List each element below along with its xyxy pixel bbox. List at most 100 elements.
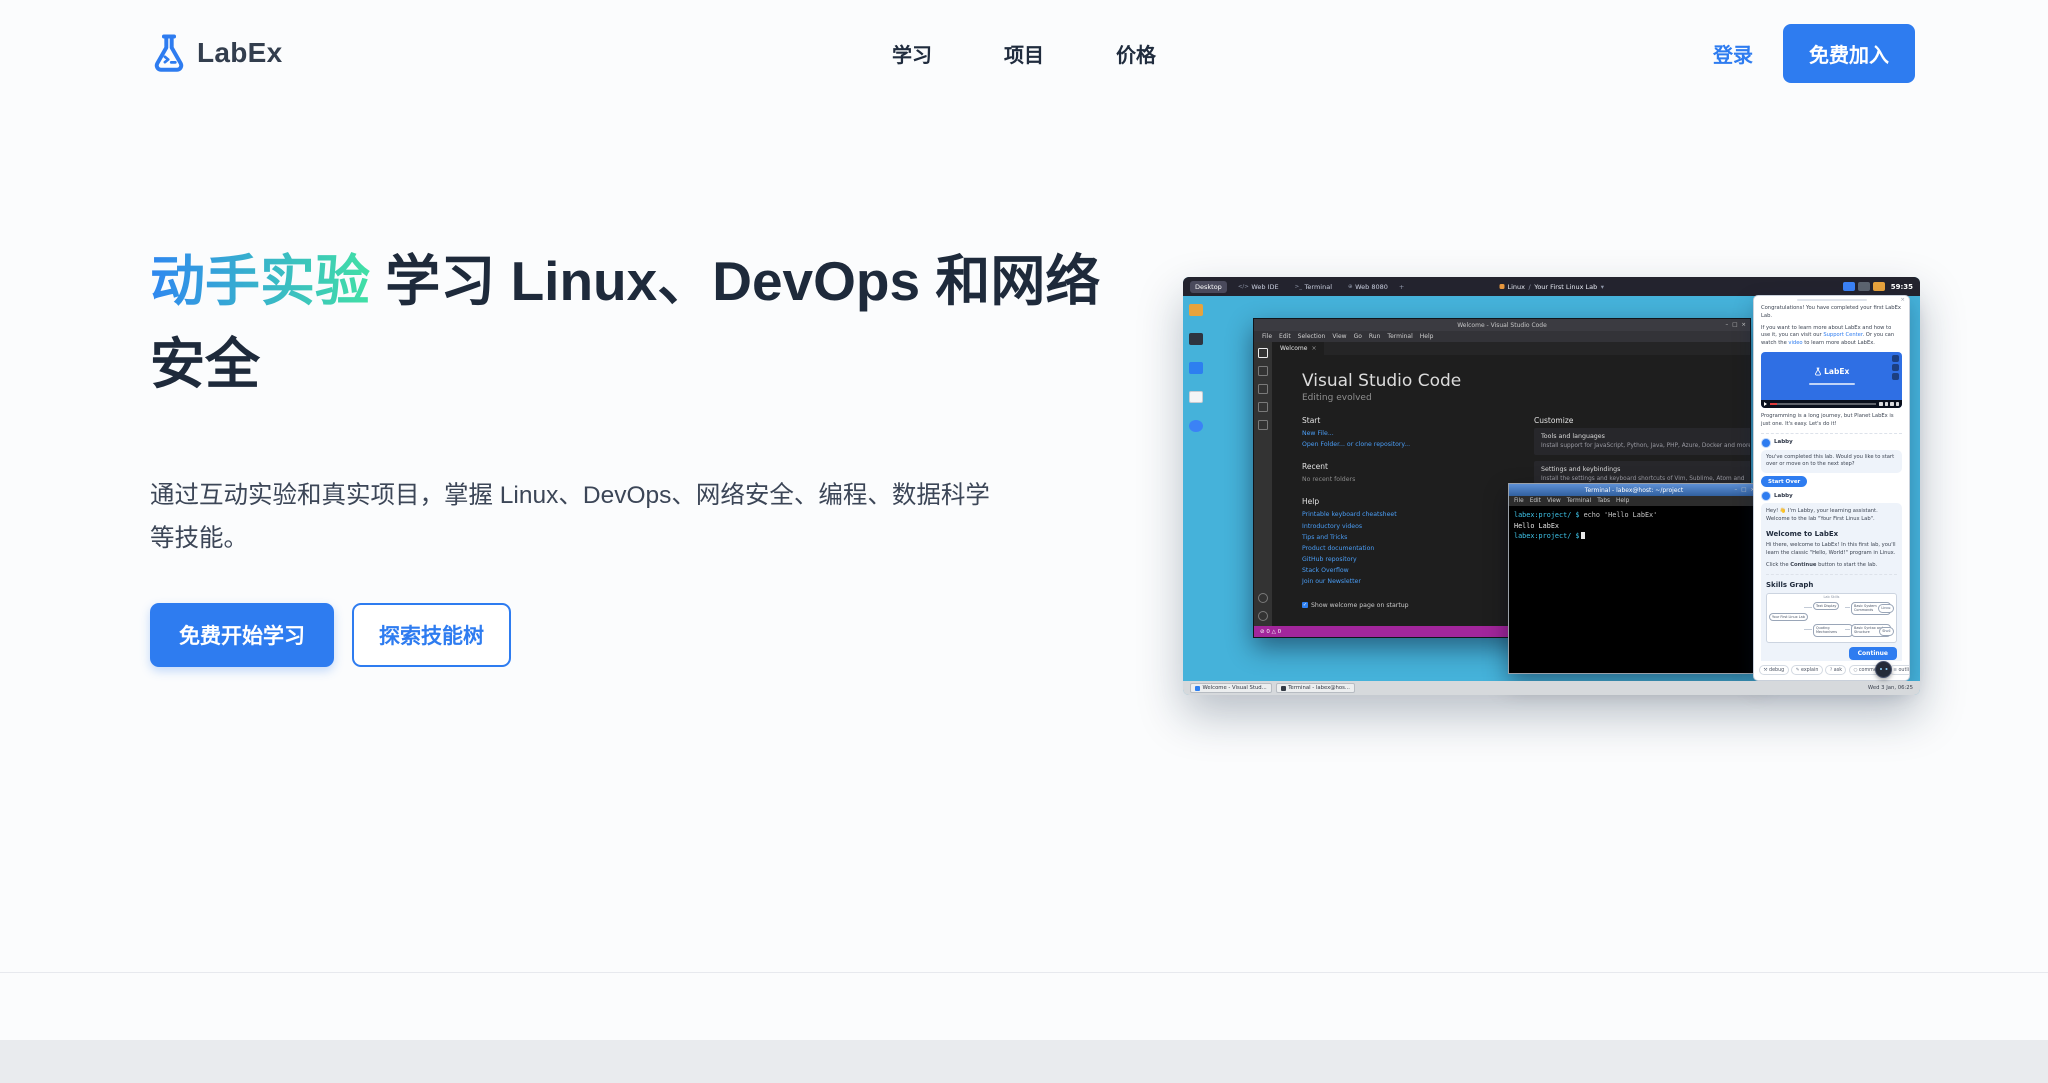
next-section-strip xyxy=(0,1040,2048,1083)
explain-chip[interactable]: ✎explain xyxy=(1791,665,1823,675)
video-link[interactable]: video xyxy=(1788,340,1802,346)
close-icon[interactable]: × xyxy=(1900,297,1905,303)
code-app-icon[interactable] xyxy=(1189,362,1203,374)
terminal-app-icon[interactable] xyxy=(1189,333,1203,345)
maximize-icon[interactable]: □ xyxy=(1741,487,1746,493)
help-link-videos[interactable]: Introductory videos xyxy=(1302,521,1500,532)
menu-selection[interactable]: Selection xyxy=(1298,333,1326,340)
graph-badge-shell: Shell xyxy=(1879,627,1894,636)
menu-terminal[interactable]: Terminal xyxy=(1387,333,1412,340)
explorer-icon[interactable] xyxy=(1258,348,1268,358)
hero-subtitle-line1: 通过互动实验和真实项目，掌握 Linux、DevOps、网络安全、编程、数据科学 xyxy=(150,482,990,509)
maximize-icon[interactable]: □ xyxy=(1732,322,1737,328)
help-link-docs[interactable]: Product documentation xyxy=(1302,543,1500,554)
minimize-icon[interactable]: – xyxy=(1725,322,1728,328)
panel-content[interactable]: Congratulations! You have completed your… xyxy=(1754,304,1909,661)
menu-help[interactable]: Help xyxy=(1616,498,1629,504)
status-icon-blue[interactable] xyxy=(1843,282,1855,291)
settings-icon[interactable] xyxy=(1885,402,1889,406)
video-url-text xyxy=(1809,383,1855,385)
menu-edit[interactable]: Edit xyxy=(1279,333,1291,340)
start-over-button[interactable]: Start Over xyxy=(1761,476,1807,487)
intro-video-player[interactable]: LabEx xyxy=(1761,352,1902,408)
nav-item-pricing[interactable]: 价格 xyxy=(1116,39,1156,68)
watch-later-icon[interactable] xyxy=(1892,364,1899,371)
assistant-message: You've completed this lab. Would you lik… xyxy=(1761,450,1902,474)
customize-card-tools[interactable]: Tools and languages Install support for … xyxy=(1534,428,1750,455)
nav-item-projects[interactable]: 项目 xyxy=(1004,39,1044,68)
ask-chip[interactable]: ?ask xyxy=(1825,665,1846,675)
menu-run[interactable]: Run xyxy=(1369,333,1381,340)
taskbar-window-vscode[interactable]: Welcome - Visual Stud... xyxy=(1190,683,1272,693)
minimize-icon[interactable]: – xyxy=(1734,487,1737,493)
menu-go[interactable]: Go xyxy=(1354,333,1362,340)
labex-logo[interactable]: LabEx xyxy=(150,32,283,74)
skills-graph-heading: Skills Graph xyxy=(1766,580,1897,591)
video-progress-bar[interactable] xyxy=(1770,403,1876,404)
lab-breadcrumb[interactable]: Linux / Your First Linux Lab ▾ xyxy=(1499,283,1604,291)
account-icon[interactable] xyxy=(1258,593,1268,603)
support-center-link[interactable]: Support Center xyxy=(1823,332,1862,338)
status-icon-gray[interactable] xyxy=(1858,282,1870,291)
nav-item-learn[interactable]: 学习 xyxy=(892,39,932,68)
help-link-tips[interactable]: Tips and Tricks xyxy=(1302,532,1500,543)
continue-button[interactable]: Continue xyxy=(1849,647,1897,660)
menu-view[interactable]: View xyxy=(1332,333,1346,340)
skills-graph[interactable]: Lab Skills Your First Linux Lab Text Dis… xyxy=(1766,593,1897,643)
help-link-github[interactable]: GitHub repository xyxy=(1302,554,1500,565)
vm-tab-desktop[interactable]: Desktop xyxy=(1190,281,1227,293)
miniplayer-icon[interactable] xyxy=(1890,402,1894,406)
vm-tab-web8080[interactable]: ⊕ Web 8080 xyxy=(1343,281,1393,293)
help-link-newsletter[interactable]: Join our Newsletter xyxy=(1302,576,1500,587)
source-control-icon[interactable] xyxy=(1258,384,1268,394)
extensions-icon[interactable] xyxy=(1258,420,1268,430)
play-icon[interactable] xyxy=(1764,402,1767,406)
status-problems-indicator[interactable]: ⊘ 0 △ 0 xyxy=(1260,629,1281,635)
help-link-cheatsheet[interactable]: Printable keyboard cheatsheet xyxy=(1302,509,1500,520)
share-icon[interactable] xyxy=(1892,373,1899,380)
tab-close-icon[interactable]: × xyxy=(1311,345,1316,352)
login-link[interactable]: 登录 xyxy=(1713,39,1753,68)
tab-welcome[interactable]: Welcome × xyxy=(1272,342,1324,355)
settings-gear-icon[interactable] xyxy=(1258,611,1268,621)
drag-handle[interactable] xyxy=(1797,299,1867,301)
volume-icon[interactable] xyxy=(1879,402,1883,406)
search-icon[interactable] xyxy=(1258,366,1268,376)
taskbar-window-terminal[interactable]: Terminal - labex@hos... xyxy=(1276,683,1355,693)
labby-robot-icon[interactable] xyxy=(1875,661,1892,678)
menu-edit[interactable]: Edit xyxy=(1530,498,1541,504)
vm-tab-terminal[interactable]: >_ Terminal xyxy=(1290,281,1337,293)
text-editor-icon[interactable] xyxy=(1189,391,1203,403)
close-icon[interactable]: × xyxy=(1741,322,1746,328)
start-learning-button[interactable]: 免费开始学习 xyxy=(150,603,334,667)
join-free-button[interactable]: 免费加入 xyxy=(1783,24,1915,83)
terminal-titlebar[interactable]: Terminal - labex@host: ~/project – □ × xyxy=(1509,484,1759,496)
explore-skilltree-button[interactable]: 探索技能树 xyxy=(352,603,511,667)
status-icon-orange[interactable] xyxy=(1873,282,1885,291)
terminal-output[interactable]: labex:project/ $ echo 'Hello LabEx' Hell… xyxy=(1509,506,1759,673)
menu-file[interactable]: File xyxy=(1262,333,1272,340)
terminal-icon xyxy=(1281,686,1286,691)
new-file-link[interactable]: New File... xyxy=(1302,428,1500,439)
comment-icon: ○ xyxy=(1853,668,1857,673)
menu-terminal[interactable]: Terminal xyxy=(1567,498,1592,504)
menu-file[interactable]: File xyxy=(1514,498,1524,504)
fullscreen-icon[interactable] xyxy=(1896,402,1900,406)
folder-icon[interactable] xyxy=(1189,304,1203,316)
env-icon xyxy=(1499,284,1504,289)
menu-tabs[interactable]: Tabs xyxy=(1597,498,1610,504)
vm-tab-webide[interactable]: </> Web IDE xyxy=(1233,281,1284,293)
checkbox-icon[interactable]: ✓ xyxy=(1302,602,1308,608)
like-icon[interactable] xyxy=(1892,355,1899,362)
chip-label: debug xyxy=(1769,668,1784,673)
run-debug-icon[interactable] xyxy=(1258,402,1268,412)
menu-view[interactable]: View xyxy=(1547,498,1561,504)
startup-checkbox-label: Show welcome page on startup xyxy=(1311,602,1409,609)
add-tab-button[interactable]: + xyxy=(1399,283,1404,291)
menu-help[interactable]: Help xyxy=(1420,333,1434,340)
open-folder-link[interactable]: Open Folder... or clone repository... xyxy=(1302,439,1500,450)
media-app-icon[interactable] xyxy=(1189,420,1203,432)
help-link-stackoverflow[interactable]: Stack Overflow xyxy=(1302,565,1500,576)
vscode-titlebar[interactable]: Welcome - Visual Studio Code – □ × xyxy=(1254,319,1750,331)
debug-chip[interactable]: ⚒debug xyxy=(1759,665,1789,675)
